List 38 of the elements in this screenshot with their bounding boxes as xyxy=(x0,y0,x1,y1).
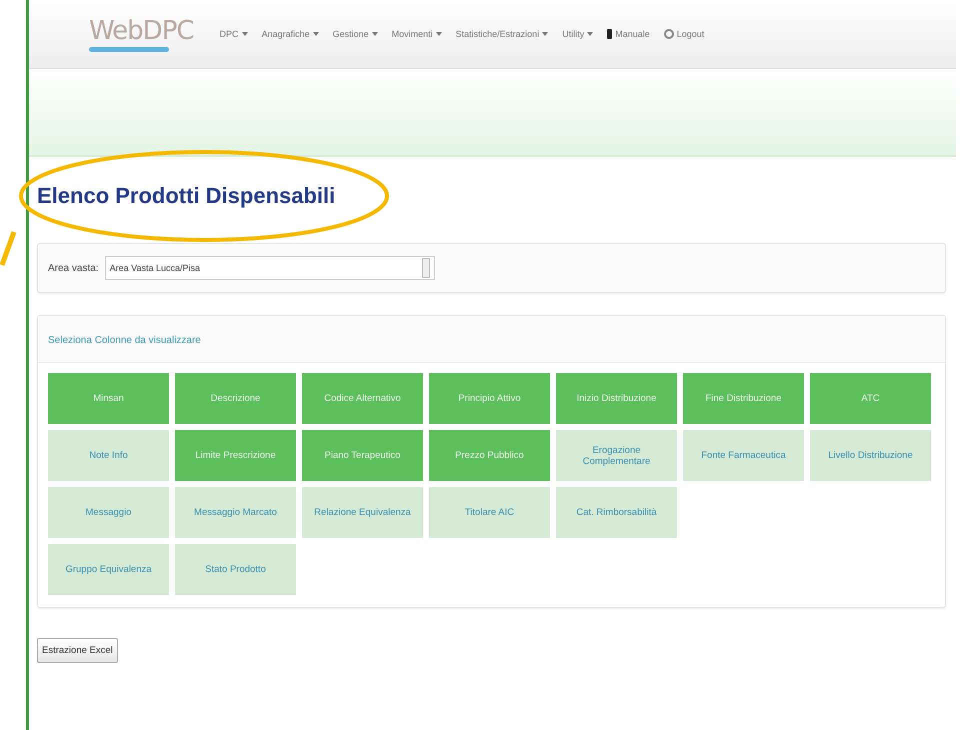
column-toggle[interactable]: Minsan xyxy=(48,373,169,424)
logo[interactable]: WebDPC xyxy=(89,16,194,52)
menu-item[interactable]: Statistiche/Estrazioni xyxy=(456,29,548,39)
column-toggle[interactable]: Relazione Equivalenza xyxy=(302,487,423,538)
column-toggle[interactable]: Livello Distribuzione xyxy=(810,430,931,481)
column-toggle[interactable]: Erogazione Complementare xyxy=(556,430,677,481)
column-toggle[interactable]: Gruppo Equivalenza xyxy=(48,544,169,595)
column-toggle[interactable]: Fine Distribuzione xyxy=(683,373,804,424)
column-toggle[interactable]: Prezzo Pubblico xyxy=(429,430,550,481)
export-button[interactable]: Estrazione Excel xyxy=(37,638,118,663)
power-icon xyxy=(664,29,674,39)
column-toggle[interactable]: Messaggio xyxy=(48,487,169,538)
menu-item[interactable]: DPC xyxy=(220,29,248,39)
column-toggle[interactable]: Inizio Distribuzione xyxy=(556,373,677,424)
menu-item[interactable]: Gestione xyxy=(332,29,378,39)
column-toggle[interactable]: Note Info xyxy=(48,430,169,481)
spinner-icon xyxy=(422,258,430,278)
menu-item[interactable]: Utility xyxy=(562,29,594,39)
column-toggle[interactable]: Limite Prescrizione xyxy=(175,430,296,481)
column-toggle[interactable]: Titolare AIC xyxy=(429,487,550,538)
area-select[interactable]: Area Vasta Lucca/Pisa xyxy=(104,256,435,280)
book-icon xyxy=(607,29,612,39)
column-toggle[interactable]: Fonte Farmaceutica xyxy=(683,430,804,481)
menu-item[interactable]: Anagrafiche xyxy=(262,29,319,39)
page-title: Elenco Prodotti Dispensabili xyxy=(37,183,336,209)
column-toggle[interactable]: Messaggio Marcato xyxy=(175,487,296,538)
columns-link[interactable]: Seleziona Colonne da visualizzare xyxy=(48,335,201,346)
column-toggle[interactable]: Descrizione xyxy=(175,373,296,424)
column-toggle[interactable]: ATC xyxy=(810,373,931,424)
menu-item[interactable]: Manuale xyxy=(607,29,650,39)
menu-item[interactable]: Logout xyxy=(664,29,704,39)
filter-label: Area vasta: xyxy=(48,262,99,274)
column-toggle[interactable]: Piano Terapeutico xyxy=(302,430,423,481)
column-toggle[interactable]: Principio Attivo xyxy=(429,373,550,424)
column-toggle[interactable]: Cat. Rimborsabilità xyxy=(556,487,677,538)
column-toggle[interactable]: Codice Alternativo xyxy=(302,373,423,424)
column-toggle[interactable]: Stato Prodotto xyxy=(175,544,296,595)
menu-item[interactable]: Movimenti xyxy=(392,29,442,39)
